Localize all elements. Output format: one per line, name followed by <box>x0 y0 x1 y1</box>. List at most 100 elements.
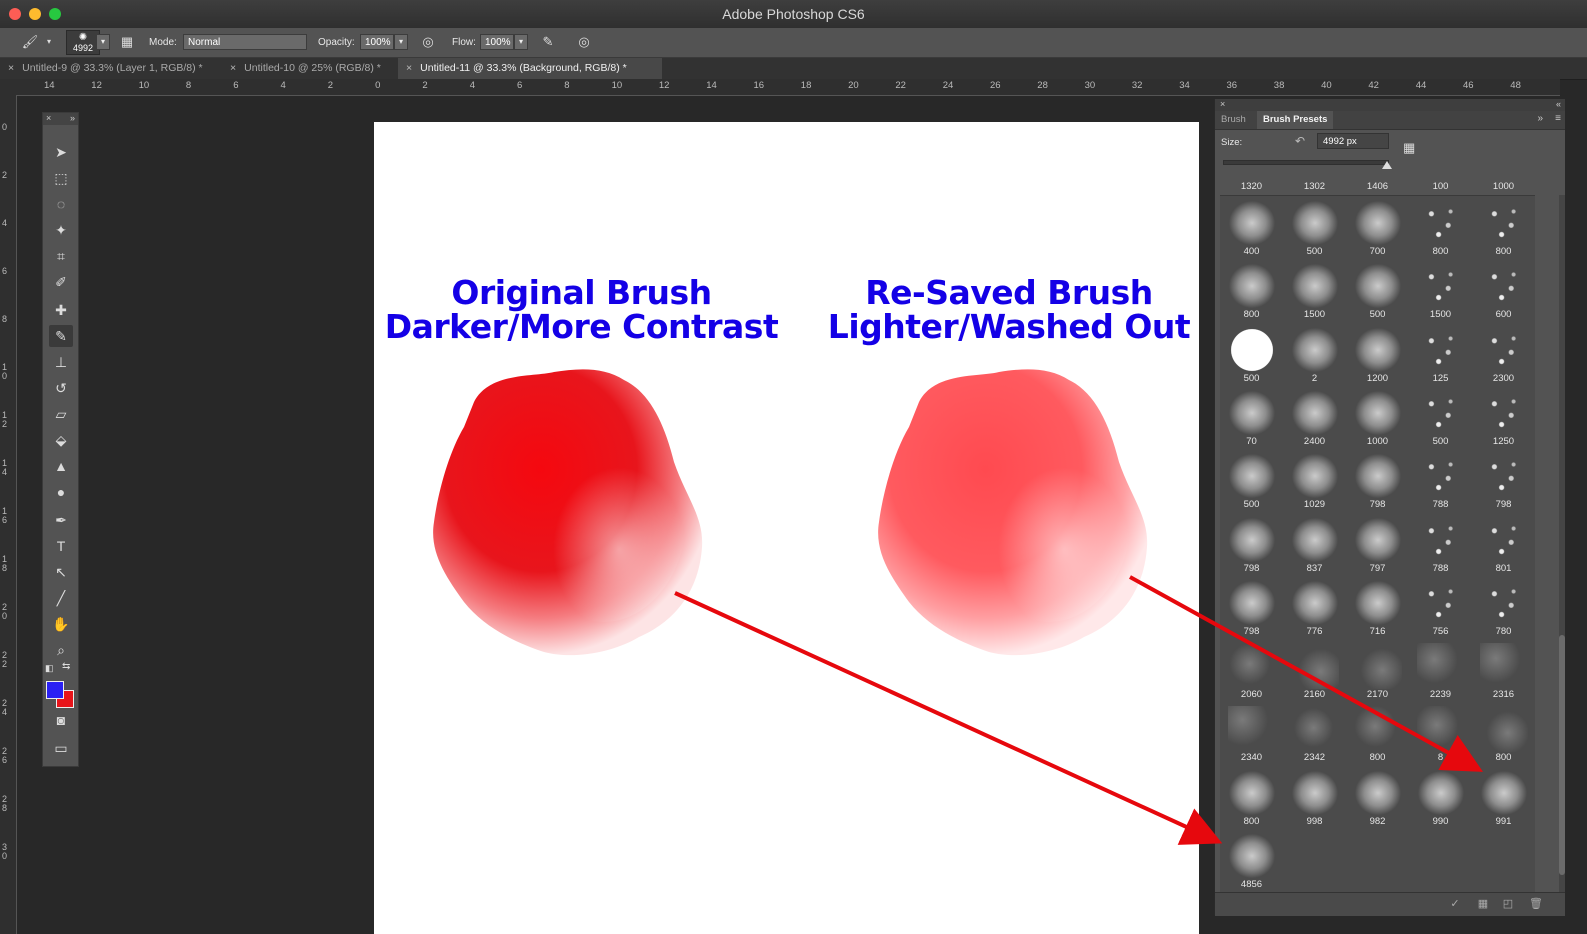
eraser-tool-icon[interactable]: ▱ <box>49 403 73 425</box>
brush-preset-item[interactable]: 500 <box>1283 196 1346 259</box>
brush-preset-item[interactable]: 798 <box>1220 576 1283 639</box>
brush-preset-item[interactable]: 788 <box>1409 449 1472 512</box>
brush-preset-item[interactable]: 500 <box>1220 323 1283 386</box>
tab-brush-presets[interactable]: Brush Presets <box>1257 111 1334 129</box>
healing-tool-icon[interactable]: ✚ <box>49 299 73 321</box>
eyedropper-tool-icon[interactable]: ✐ <box>49 271 73 293</box>
type-tool-icon[interactable]: T <box>49 535 73 557</box>
brush-preset-item[interactable]: 800 <box>1346 702 1409 765</box>
brush-preset-item[interactable]: 798 <box>1220 513 1283 576</box>
brush-preset-item[interactable]: 990 <box>1409 766 1472 829</box>
dodge-tool-icon[interactable]: ● <box>49 481 73 503</box>
brush-preset-item[interactable]: 1250 <box>1472 386 1535 449</box>
default-colors-icon[interactable]: ◧ <box>45 663 55 673</box>
tab-untitled-10[interactable]: × Untitled-10 @ 25% (RGB/8) * <box>222 58 400 79</box>
brush-preset-item[interactable]: 2160 <box>1283 639 1346 702</box>
opacity-input[interactable]: 100% <box>360 34 394 50</box>
brush-preset-item[interactable]: 797 <box>1346 513 1409 576</box>
brush-preset-item[interactable]: 600 <box>1472 259 1535 322</box>
paint-bucket-tool-icon[interactable]: ⬙ <box>49 429 73 451</box>
move-tool-icon[interactable]: ➤ <box>49 141 73 163</box>
panel-scrollbar[interactable] <box>1559 195 1565 895</box>
close-tab-icon[interactable]: × <box>230 62 236 74</box>
tab-untitled-9[interactable]: × Untitled-9 @ 33.3% (Layer 1, RGB/8) * <box>0 58 222 79</box>
size-slider[interactable] <box>1223 160 1389 165</box>
brush-preset-item[interactable]: 2400 <box>1283 386 1346 449</box>
close-tab-icon[interactable]: × <box>406 62 412 74</box>
collapse-panel-icon[interactable]: « <box>1556 99 1561 109</box>
brush-preset-item[interactable]: 798 <box>1472 449 1535 512</box>
brush-preset-item[interactable]: 800 <box>1220 766 1283 829</box>
hand-tool-icon[interactable]: ✋ <box>49 613 73 635</box>
brush-preset-item[interactable]: 2342 <box>1283 702 1346 765</box>
brush-tool-icon[interactable]: ✎ <box>49 325 73 347</box>
crop-tool-icon[interactable]: ⌗ <box>49 245 73 267</box>
brush-preset-item[interactable]: 982 <box>1346 766 1409 829</box>
opacity-dropdown[interactable]: ▾ <box>394 34 408 50</box>
brush-preset-item[interactable]: 125 <box>1409 323 1472 386</box>
brush-preset-item[interactable]: 2300 <box>1472 323 1535 386</box>
pressure-size-icon[interactable]: ◎ <box>574 33 594 51</box>
magic-wand-tool-icon[interactable]: ✦ <box>49 219 73 241</box>
airbrush-icon[interactable]: ✎ <box>538 33 558 51</box>
brush-preset-item[interactable]: 800 <box>1220 259 1283 322</box>
history-brush-tool-icon[interactable]: ↺ <box>49 377 73 399</box>
tab-untitled-11[interactable]: × Untitled-11 @ 33.3% (Background, RGB/8)… <box>398 58 662 79</box>
new-preset-icon[interactable]: ◰ <box>1500 897 1516 911</box>
brush-preset-item[interactable]: 2316 <box>1472 639 1535 702</box>
foreground-color-swatch[interactable] <box>46 681 64 699</box>
stamp-tool-icon[interactable]: ⊥ <box>49 351 73 373</box>
pressure-opacity-icon[interactable]: ◎ <box>418 33 438 51</box>
brush-panel-toggle-icon[interactable]: ▦ <box>117 33 137 51</box>
brush-preset-item[interactable]: 500 <box>1346 259 1409 322</box>
pen-tool-icon[interactable]: ✒ <box>49 509 73 531</box>
swap-colors-icon[interactable]: ⇆ <box>62 661 72 672</box>
brush-preset-item[interactable]: 776 <box>1283 576 1346 639</box>
brush-preset-item[interactable]: 837 <box>1283 513 1346 576</box>
zoom-tool-icon[interactable]: ⌕ <box>49 639 73 661</box>
close-icon[interactable]: × <box>46 113 51 123</box>
brush-preset-item[interactable]: 1000 <box>1346 386 1409 449</box>
ruler-origin[interactable] <box>0 79 17 95</box>
document-canvas[interactable]: Original Brush Darker/More Contrast Re-S… <box>374 122 1199 934</box>
scrollbar-thumb[interactable] <box>1559 635 1565 875</box>
brush-preset-item[interactable]: 991 <box>1472 766 1535 829</box>
brush-preset-item[interactable]: 800 <box>1472 702 1535 765</box>
new-brush-icon[interactable]: ▦ <box>1475 897 1491 911</box>
brush-preset-item[interactable]: 716 <box>1346 576 1409 639</box>
expand-panel-icon[interactable]: » <box>1537 113 1543 124</box>
create-brush-icon[interactable]: ▦ <box>1403 140 1415 156</box>
brush-preset-item[interactable]: 788 <box>1409 513 1472 576</box>
brush-preset-item[interactable]: 1500 <box>1409 259 1472 322</box>
brush-preset-item[interactable]: 801 <box>1472 513 1535 576</box>
toggle-brush-panel-icon[interactable]: ✓ <box>1447 897 1463 911</box>
brush-preset-item[interactable]: 400 <box>1220 196 1283 259</box>
brush-preset-item[interactable]: 500 <box>1220 449 1283 512</box>
brush-preset-item[interactable]: 1500 <box>1283 259 1346 322</box>
brush-preset-item[interactable]: 1200 <box>1346 323 1409 386</box>
brush-preset-item[interactable]: 800 <box>1409 196 1472 259</box>
brush-preset-item[interactable]: 4856 <box>1220 829 1283 892</box>
path-selection-tool-icon[interactable]: ↖ <box>49 561 73 583</box>
brush-preset-item[interactable]: 2060 <box>1220 639 1283 702</box>
brush-preset-item[interactable]: 8 <box>1409 702 1472 765</box>
tools-panel-header[interactable]: ×» <box>43 113 78 125</box>
size-input[interactable]: 4992 px <box>1317 133 1389 149</box>
brush-tool-icon[interactable]: 🖌 <box>20 33 40 51</box>
expand-icon[interactable]: » <box>70 113 75 123</box>
brush-picker-dropdown[interactable]: ▾ <box>96 34 110 50</box>
blur-tool-icon[interactable]: ▲ <box>49 455 73 477</box>
brush-preset-item[interactable]: 1029 <box>1283 449 1346 512</box>
quick-mask-icon[interactable]: ◙ <box>49 709 73 731</box>
brush-preset-item[interactable]: 800 <box>1472 196 1535 259</box>
horizontal-ruler[interactable]: 14 12 10 8 6 4 2 0 2 4 6 8 10 12 14 16 18 20 22 24 26 28 30 32 3… <box>17 79 1560 96</box>
brush-preset-item[interactable]: 798 <box>1346 449 1409 512</box>
tool-preset-dropdown-icon[interactable]: ▾ <box>44 33 54 51</box>
panel-menu-icon[interactable]: ≡ <box>1555 113 1561 124</box>
mode-select[interactable]: Normal <box>183 34 307 50</box>
brush-preset-item[interactable]: 70 <box>1220 386 1283 449</box>
panel-header[interactable]: × « <box>1215 99 1565 111</box>
screen-mode-icon[interactable]: ▭ <box>49 737 73 759</box>
line-tool-icon[interactable]: ╱ <box>49 587 73 609</box>
brush-preset-item[interactable]: 500 <box>1409 386 1472 449</box>
